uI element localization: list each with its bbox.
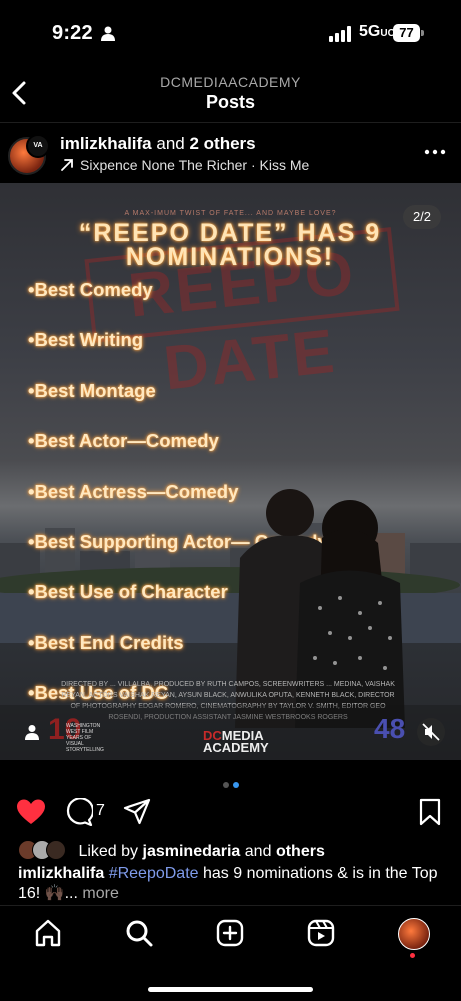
dc-media-academy-logo: DCMEDIA ACADEMY (203, 728, 269, 755)
more-link[interactable]: more (82, 885, 118, 902)
profile-tab-avatar[interactable] (398, 918, 430, 950)
tagged-user-icon[interactable] (24, 724, 40, 740)
anniversary-logo-text: WASHINGTON WEST FILM YEARS OF VISUAL STO… (66, 723, 104, 753)
hashtag-link[interactable]: #ReepoDate (109, 865, 199, 882)
liker-avatar (46, 840, 66, 860)
music-track[interactable]: Sixpence None The Richer · Kiss Me (60, 157, 309, 173)
list-item: •Best Actor—Comedy (28, 430, 219, 452)
comment-button[interactable] (63, 798, 93, 826)
post-author[interactable]: imlizkhalifa and 2 others (60, 134, 256, 154)
battery-icon: 77 (393, 24, 424, 42)
status-bar: 9:22 5GUC 77 (0, 0, 461, 64)
carousel-dot (223, 782, 229, 788)
arrow-up-right-icon (61, 159, 73, 171)
likes-summary[interactable]: Liked by jasminedaria and others (18, 840, 325, 861)
carousel-counter: 2/2 (403, 205, 441, 229)
list-item: •Best Montage (28, 379, 156, 401)
carousel-indicator (221, 775, 241, 793)
speaker-muted-icon (422, 723, 440, 741)
like-button[interactable] (16, 798, 46, 826)
home-icon[interactable] (33, 918, 63, 948)
collaborator-avatar[interactable]: VA (26, 134, 50, 158)
nominations-headline: “REEPO DATE” HAS 9 NOMINATIONS! (78, 219, 382, 271)
signal-icon (329, 26, 351, 42)
post-media[interactable]: REEPO DATE A MAX-IMUM TWIST OF FATE... A… (0, 183, 461, 760)
caption-author[interactable]: imlizkhalifa (18, 865, 104, 882)
network-type: 5GUC (359, 23, 395, 40)
48-hour-film-logo: 48 (374, 713, 406, 744)
more-options-button[interactable] (423, 142, 447, 162)
bottom-tab-bar (0, 905, 461, 1001)
mute-button[interactable] (417, 718, 445, 746)
share-button[interactable] (122, 798, 152, 826)
comment-count: 7 (96, 802, 105, 819)
search-icon[interactable] (124, 918, 154, 948)
save-button[interactable] (417, 798, 443, 826)
create-post-icon[interactable] (215, 918, 245, 948)
status-time: 9:22 (52, 22, 93, 44)
battery-level: 77 (393, 24, 420, 42)
home-indicator[interactable] (148, 987, 313, 992)
page-header: DCMEDIAACADEMY Posts (0, 64, 461, 123)
poster-tagline: A MAX-IMUM TWIST OF FATE... AND MAYBE LO… (124, 210, 337, 217)
account-name[interactable]: DCMEDIAACADEMY (0, 74, 461, 90)
notification-dot (410, 953, 415, 958)
person-icon (101, 26, 115, 41)
carousel-dot-active (233, 782, 239, 788)
reels-icon[interactable] (306, 918, 336, 948)
post-actions: 7 (0, 794, 461, 830)
list-item: •Best Writing (28, 329, 144, 351)
post-header: VA imlizkhalifa and 2 others Sixpence No… (0, 122, 461, 182)
page-title: Posts (205, 92, 256, 112)
list-item: •Best Comedy (28, 279, 153, 300)
post-caption: imlizkhalifa #ReepoDate has 9 nomination… (18, 864, 448, 904)
